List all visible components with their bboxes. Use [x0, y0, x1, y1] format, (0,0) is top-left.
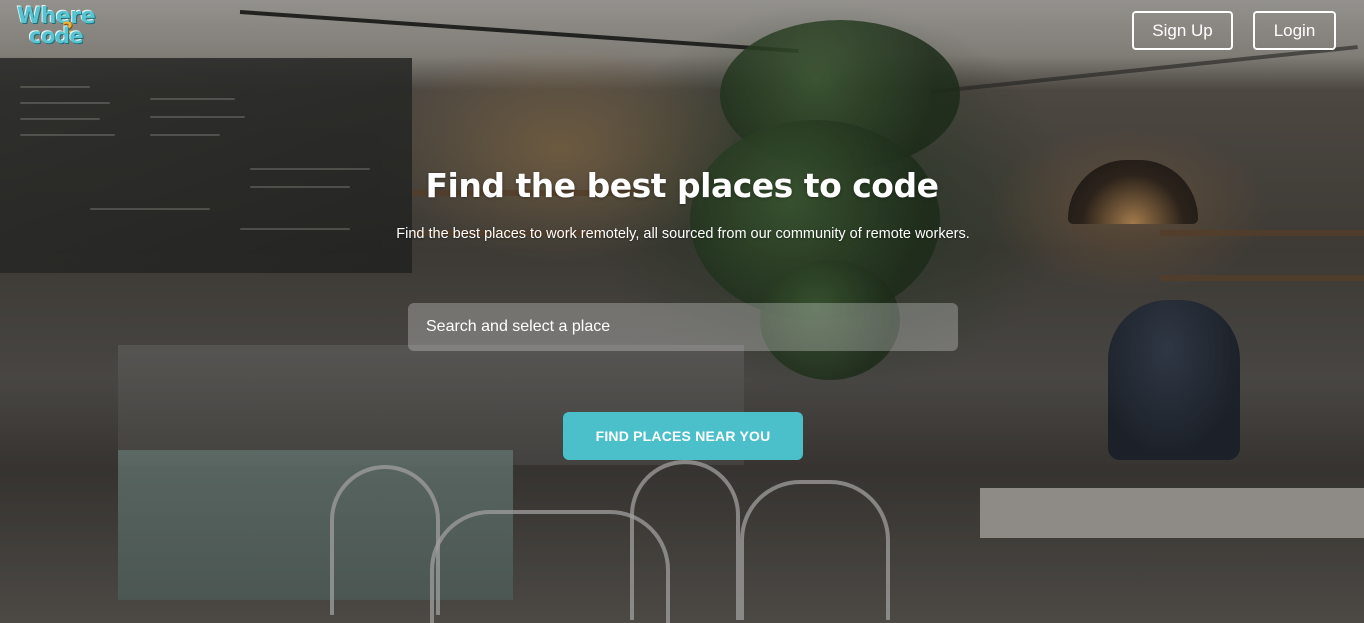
find-places-near-you-button[interactable]: FIND PLACES NEAR YOU [563, 412, 803, 460]
hero-title: Find the best places to code [425, 166, 939, 205]
hero-subtitle: Find the best places to work remotely, a… [396, 226, 970, 242]
login-button[interactable]: Login [1253, 11, 1336, 50]
logo-word-code: code [29, 24, 84, 48]
where2code-logo[interactable]: Where 2 code [14, 2, 106, 50]
sign-up-button[interactable]: Sign Up [1132, 11, 1233, 50]
place-search-input[interactable] [408, 303, 958, 351]
